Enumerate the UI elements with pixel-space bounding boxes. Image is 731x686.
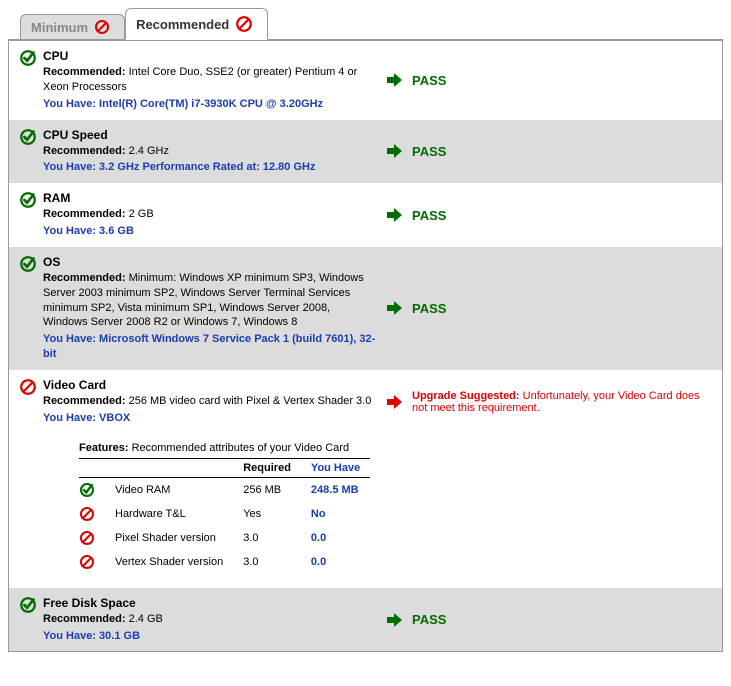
- status-pass: PASS: [412, 73, 446, 88]
- rec-label: Recommended:: [43, 208, 126, 220]
- have-label: You Have:: [43, 412, 96, 424]
- item-title: RAM: [43, 191, 376, 205]
- feature-name: Vertex Shader version: [105, 550, 233, 574]
- arrow-icon: [384, 610, 404, 630]
- rec-value: 2 GB: [129, 208, 154, 220]
- pass-icon: [19, 49, 37, 67]
- item-title: CPU Speed: [43, 128, 376, 142]
- item-cpu_speed: CPU Speed Recommended: 2.4 GHz You Have:…: [9, 120, 722, 184]
- status-pass: PASS: [412, 208, 446, 223]
- item-ram: RAM Recommended: 2 GB You Have: 3.6 GB P…: [9, 183, 722, 247]
- col-have: You Have: [301, 458, 370, 477]
- arrow-icon: [384, 205, 404, 225]
- rec-value: 2.4 GHz: [129, 145, 169, 157]
- arrow-icon: [384, 392, 404, 412]
- rec-label: Recommended:: [43, 395, 126, 407]
- tabs-bar: Minimum Recommended: [8, 8, 723, 40]
- pass-icon: [19, 255, 37, 273]
- feature-row: Pixel Shader version 3.0 0.0: [79, 526, 370, 550]
- feature-required: Yes: [233, 502, 301, 526]
- feature-required: 3.0: [233, 550, 301, 574]
- item-cpu: CPU Recommended: Intel Core Duo, SSE2 (o…: [9, 41, 722, 120]
- have-label: You Have:: [43, 98, 96, 110]
- fail-icon: [94, 19, 110, 35]
- feature-row: Video RAM 256 MB 248.5 MB: [79, 477, 370, 502]
- arrow-icon: [384, 298, 404, 318]
- have-value: VBOX: [99, 412, 130, 424]
- rec-label: Recommended:: [43, 613, 126, 625]
- item-video: Video Card Recommended: 256 MB video car…: [9, 370, 722, 434]
- rec-label: Recommended:: [43, 66, 126, 78]
- rec-label: Recommended:: [43, 272, 126, 284]
- pass-icon: [19, 596, 37, 614]
- features-block: Features: Recommended attributes of your…: [9, 434, 722, 588]
- rec-value: 2.4 GB: [129, 613, 163, 625]
- features-desc: Recommended attributes of your Video Car…: [132, 442, 349, 454]
- item-disk: Free Disk Space Recommended: 2.4 GB You …: [9, 588, 722, 652]
- feature-row: Vertex Shader version 3.0 0.0: [79, 550, 370, 574]
- item-os: OS Recommended: Minimum: Windows XP mini…: [9, 247, 722, 370]
- features-table: RequiredYou Have Video RAM 256 MB 248.5 …: [79, 458, 370, 574]
- tab-minimum-label: Minimum: [31, 20, 88, 35]
- fail-icon: [235, 15, 253, 33]
- feature-name: Video RAM: [105, 477, 233, 502]
- have-value: Intel(R) Core(TM) i7-3930K CPU @ 3.20GHz: [99, 98, 323, 110]
- have-label: You Have:: [43, 225, 96, 237]
- item-title: CPU: [43, 49, 376, 63]
- have-label: You Have:: [43, 161, 96, 173]
- tab-recommended[interactable]: Recommended: [125, 8, 268, 40]
- feature-name: Hardware T&L: [105, 502, 233, 526]
- have-value: 3.2 GHz Performance Rated at: 12.80 GHz: [99, 161, 315, 173]
- rec-label: Recommended:: [43, 145, 126, 157]
- feature-have: 0.0: [301, 526, 370, 550]
- arrow-icon: [384, 141, 404, 161]
- feature-row: Hardware T&L Yes No: [79, 502, 370, 526]
- status-pass: PASS: [412, 612, 446, 627]
- tab-recommended-label: Recommended: [136, 17, 229, 32]
- rec-value: 256 MB video card with Pixel & Vertex Sh…: [129, 395, 372, 407]
- have-label: You Have:: [43, 630, 96, 642]
- arrow-icon: [384, 70, 404, 90]
- tab-minimum[interactable]: Minimum: [20, 14, 125, 40]
- have-value: 30.1 GB: [99, 630, 140, 642]
- status-fail-title: Upgrade Suggested:: [412, 390, 520, 402]
- have-label: You Have:: [43, 333, 96, 345]
- item-title: OS: [43, 255, 376, 269]
- feature-name: Pixel Shader version: [105, 526, 233, 550]
- fail-icon: [79, 554, 95, 570]
- status-pass: PASS: [412, 144, 446, 159]
- fail-icon: [79, 530, 95, 546]
- item-title: Video Card: [43, 378, 376, 392]
- have-value: 3.6 GB: [99, 225, 134, 237]
- pass-icon: [19, 128, 37, 146]
- pass-icon: [19, 191, 37, 209]
- col-required: Required: [233, 458, 301, 477]
- fail-icon: [19, 378, 37, 396]
- feature-required: 256 MB: [233, 477, 301, 502]
- pass-icon: [79, 482, 95, 498]
- feature-have: No: [301, 502, 370, 526]
- feature-have: 0.0: [301, 550, 370, 574]
- feature-required: 3.0: [233, 526, 301, 550]
- item-title: Free Disk Space: [43, 596, 376, 610]
- feature-have: 248.5 MB: [301, 477, 370, 502]
- status-pass: PASS: [412, 301, 446, 316]
- results-panel: CPU Recommended: Intel Core Duo, SSE2 (o…: [8, 39, 723, 652]
- features-label: Features:: [79, 442, 129, 454]
- fail-icon: [79, 506, 95, 522]
